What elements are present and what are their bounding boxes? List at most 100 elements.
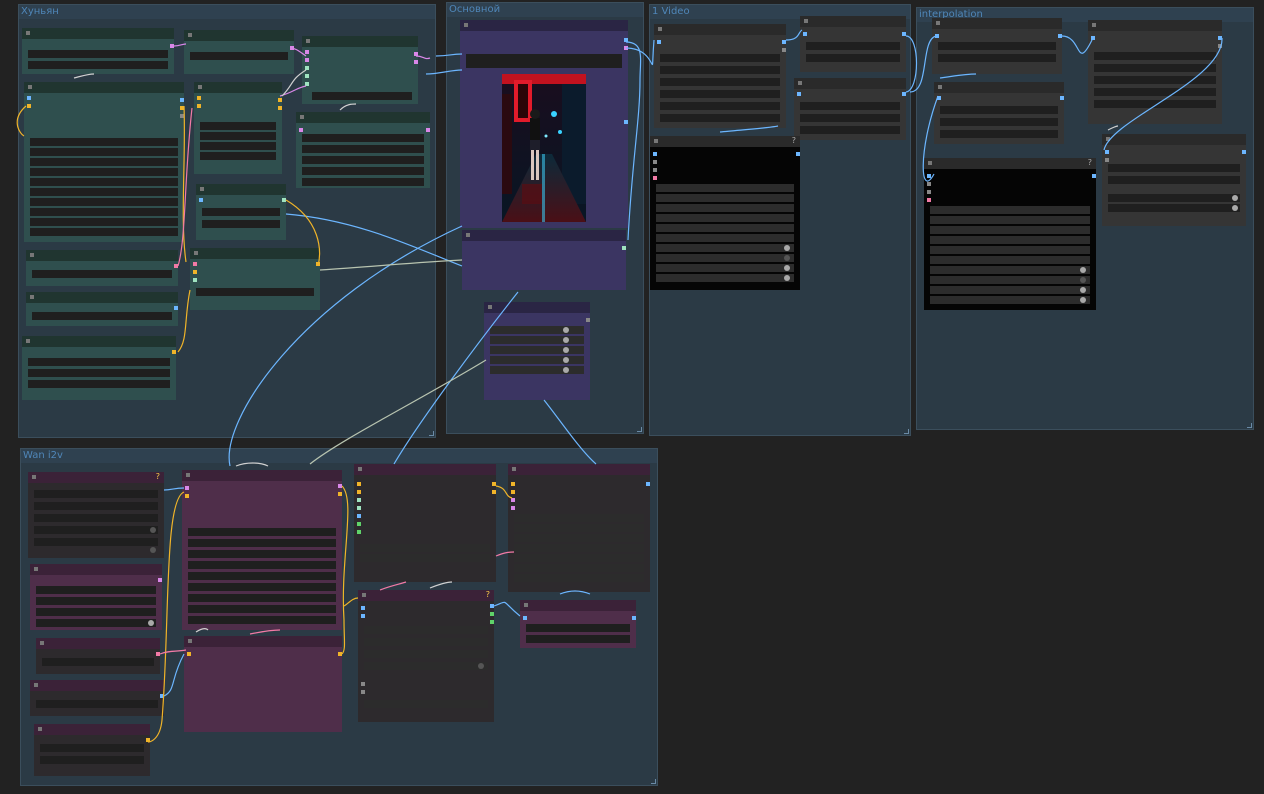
widget-field[interactable] (36, 700, 158, 708)
widget-field[interactable] (514, 564, 644, 572)
output-pin[interactable] (782, 40, 786, 44)
widget-field[interactable] (1094, 88, 1216, 96)
slider-knob[interactable] (563, 357, 569, 363)
output-pin[interactable] (282, 198, 286, 202)
collapse-icon[interactable] (32, 475, 36, 479)
output-pin[interactable] (902, 32, 906, 36)
input-pin[interactable] (193, 262, 197, 266)
toggle-knob[interactable] (784, 275, 790, 281)
toggle-knob[interactable] (784, 265, 790, 271)
node-header[interactable] (184, 636, 342, 647)
slider-knob[interactable] (563, 367, 569, 373)
widget-field[interactable] (188, 594, 336, 602)
interp-node-loader[interactable] (932, 18, 1062, 74)
widget-toggle[interactable] (656, 274, 794, 282)
widget-field[interactable] (526, 635, 630, 643)
wan-node-frames[interactable] (34, 724, 150, 776)
output-pin[interactable] (414, 52, 418, 56)
widget-field[interactable] (1094, 100, 1216, 108)
node-header[interactable] (182, 470, 342, 481)
widget-toggle[interactable] (930, 296, 1090, 304)
toggle-knob[interactable] (1232, 205, 1238, 211)
hunyuan-node-latent[interactable] (190, 248, 320, 310)
widget-field[interactable] (302, 134, 424, 142)
output-pin[interactable] (586, 318, 590, 322)
collapse-icon[interactable] (1092, 23, 1096, 27)
collapse-icon[interactable] (188, 639, 192, 643)
widget-field[interactable] (938, 42, 1056, 50)
output-pin[interactable] (278, 98, 282, 102)
node-header[interactable] (508, 464, 650, 475)
collapse-icon[interactable] (34, 567, 38, 571)
widget-field[interactable] (526, 624, 630, 632)
toggle-knob[interactable] (148, 620, 154, 626)
widget-field[interactable] (660, 54, 780, 62)
widget-field[interactable] (514, 544, 644, 552)
input-pin[interactable] (185, 486, 189, 490)
input-pin[interactable] (193, 270, 197, 274)
node-header[interactable]: ? (28, 472, 164, 483)
output-pin[interactable] (490, 620, 494, 624)
widget-field[interactable] (514, 574, 644, 582)
output-pin[interactable] (490, 612, 494, 616)
widget-toggle[interactable] (36, 619, 156, 627)
input-pin[interactable] (361, 682, 365, 686)
widget-field[interactable] (36, 608, 156, 616)
collapse-icon[interactable] (186, 473, 190, 477)
collapse-icon[interactable] (928, 161, 932, 165)
node-header[interactable] (1102, 134, 1246, 145)
widget-field[interactable] (34, 490, 158, 498)
collapse-icon[interactable] (30, 253, 34, 257)
group-resize-handle[interactable] (1247, 423, 1252, 428)
widget-field[interactable] (940, 106, 1058, 114)
widget-field[interactable] (360, 544, 490, 552)
widget-field[interactable] (30, 148, 178, 156)
node-header[interactable] (22, 336, 176, 347)
input-pin[interactable] (357, 498, 361, 502)
input-pin[interactable] (305, 50, 309, 54)
widget-field[interactable] (660, 114, 780, 122)
input-pin[interactable] (937, 96, 941, 100)
widget-field[interactable] (364, 650, 488, 658)
widget-field[interactable] (30, 208, 178, 216)
collapse-icon[interactable] (188, 33, 192, 37)
widget-field[interactable] (40, 756, 144, 764)
collapse-icon[interactable] (1106, 137, 1110, 141)
hunyuan-node-loader-b[interactable] (184, 30, 294, 74)
hunyuan-node-model-merge[interactable] (302, 36, 418, 104)
widget-field[interactable] (30, 228, 178, 236)
widget-field[interactable] (514, 524, 644, 532)
node-header[interactable] (194, 82, 282, 93)
output-pin[interactable] (624, 120, 628, 124)
widget-field[interactable] (30, 198, 178, 206)
widget-field[interactable] (660, 90, 780, 98)
node-header[interactable] (460, 20, 628, 31)
widget-field[interactable] (1094, 76, 1216, 84)
widget-field[interactable] (656, 204, 794, 212)
widget-field[interactable] (30, 168, 178, 176)
widget-field[interactable] (514, 514, 644, 522)
input-pin[interactable] (797, 92, 801, 96)
output-pin[interactable] (622, 246, 626, 250)
widget-field[interactable] (938, 54, 1056, 62)
interp-node-settings[interactable] (1102, 134, 1246, 226)
toggle-knob[interactable] (784, 245, 790, 251)
collapse-icon[interactable] (30, 295, 34, 299)
node-header[interactable] (654, 24, 786, 35)
node-header[interactable] (24, 82, 184, 93)
widget-field[interactable] (200, 152, 276, 160)
widget-field[interactable] (202, 220, 280, 228)
group-resize-handle[interactable] (904, 429, 909, 434)
widget-field[interactable] (806, 54, 900, 62)
collapse-icon[interactable] (464, 23, 468, 27)
input-pin[interactable] (197, 104, 201, 108)
widget-field[interactable] (188, 616, 336, 624)
collapse-icon[interactable] (300, 115, 304, 119)
wan-node-vae-decode[interactable] (508, 464, 650, 592)
input-pin[interactable] (935, 34, 939, 38)
widget-field[interactable] (34, 538, 158, 546)
output-pin[interactable] (290, 46, 294, 50)
input-pin[interactable] (927, 182, 931, 186)
main-node-settings[interactable] (484, 302, 590, 400)
input-pin[interactable] (27, 104, 31, 108)
